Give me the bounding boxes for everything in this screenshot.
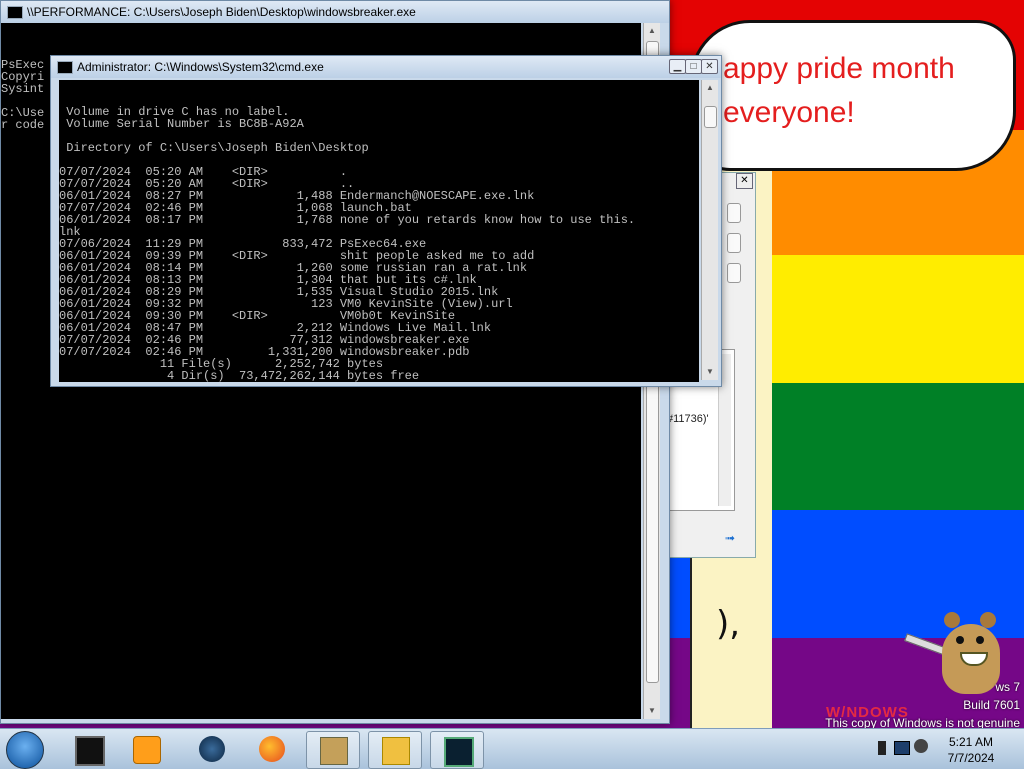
console-icon xyxy=(75,736,105,766)
console-icon xyxy=(57,61,73,74)
console-icon xyxy=(7,6,23,19)
start-button[interactable] xyxy=(6,731,44,769)
scroll-down-icon[interactable]: ▼ xyxy=(646,705,658,717)
side-fragment-text: #11736)' xyxy=(667,413,709,425)
box-game-icon xyxy=(320,737,348,765)
cmd-window[interactable]: Administrator: C:\Windows\System32\cmd.e… xyxy=(50,55,722,387)
taskbar: 5:21 AM 7/7/2024 xyxy=(0,728,1024,769)
taskbar-firefox[interactable] xyxy=(246,731,298,767)
console-line: Directory of C:\Users\Joseph Biden\Deskt… xyxy=(59,141,369,155)
console-line: 06/01/2024 08:17 PM 1,768 none of you re… xyxy=(59,213,636,227)
network-icon[interactable] xyxy=(894,741,910,755)
firefox-icon xyxy=(259,736,285,762)
close-button[interactable]: ✕ xyxy=(701,59,718,74)
taskbar-cmd-active[interactable] xyxy=(430,731,484,769)
hamster-eye-right xyxy=(976,636,984,644)
watermark-line2: Build 7601 xyxy=(963,698,1020,712)
taskbar-cmd[interactable] xyxy=(62,731,114,767)
pin-icon[interactable]: ➟ xyxy=(725,531,735,545)
scroll-thumb[interactable] xyxy=(704,106,717,128)
volume-icon[interactable] xyxy=(914,739,928,753)
watermark-line1: ws 7 xyxy=(995,680,1020,694)
media-player-icon xyxy=(133,736,161,764)
hamster-ear-left xyxy=(944,612,960,628)
window-title: \\PERFORMANCE: C:\Users\Joseph Biden\Des… xyxy=(27,5,416,19)
side-button-2[interactable] xyxy=(727,233,741,253)
cartoon-mark: ), xyxy=(716,604,741,644)
system-tray: 5:21 AM 7/7/2024 xyxy=(866,731,1020,767)
side-button-3[interactable] xyxy=(727,263,741,283)
title-bar[interactable]: \\PERFORMANCE: C:\Users\Joseph Biden\Des… xyxy=(1,1,669,23)
clock-date[interactable]: 7/7/2024 xyxy=(936,751,1006,765)
cmd-lines: Volume in drive C has no label. Volume S… xyxy=(59,106,699,382)
speech-bubble: appy pride month everyone! xyxy=(690,20,1016,171)
folder-icon xyxy=(382,737,410,765)
console-icon xyxy=(444,737,474,767)
title-bar[interactable]: Administrator: C:\Windows\System32\cmd.e… xyxy=(51,56,721,78)
minimize-button[interactable]: ▁ xyxy=(669,59,686,74)
taskbar-photo-viewer[interactable] xyxy=(186,731,238,767)
scroll-down-icon[interactable]: ▼ xyxy=(704,366,716,378)
cmd-output[interactable]: Volume in drive C has no label. Volume S… xyxy=(59,80,699,382)
show-hidden-icons-icon[interactable] xyxy=(878,741,886,755)
clock-time[interactable]: 5:21 AM xyxy=(936,735,1006,749)
genuine-watermark: ws 7 Build 7601 This copy of Windows is … xyxy=(825,678,1020,732)
taskbar-media-player[interactable] xyxy=(120,731,172,767)
console-line: Volume Serial Number is BC8B-A92A xyxy=(59,117,304,131)
speech-bubble-text: appy pride month everyone! xyxy=(723,52,955,129)
vertical-scrollbar[interactable]: ▲ ▼ xyxy=(701,80,718,380)
taskbar-box-game[interactable] xyxy=(306,731,360,769)
side-button-1[interactable] xyxy=(727,203,741,223)
globe-icon xyxy=(199,736,225,762)
maximize-button[interactable]: □ xyxy=(685,59,702,74)
hamster-eye-left xyxy=(956,636,964,644)
scroll-up-icon[interactable]: ▲ xyxy=(704,82,716,94)
close-button[interactable]: ✕ xyxy=(736,173,753,189)
window-title: Administrator: C:\Windows\System32\cmd.e… xyxy=(77,60,324,74)
console-line: 4 Dir(s) 73,472,262,144 bytes free xyxy=(59,369,420,382)
taskbar-explorer[interactable] xyxy=(368,731,422,769)
scroll-up-icon[interactable]: ▲ xyxy=(646,25,658,37)
